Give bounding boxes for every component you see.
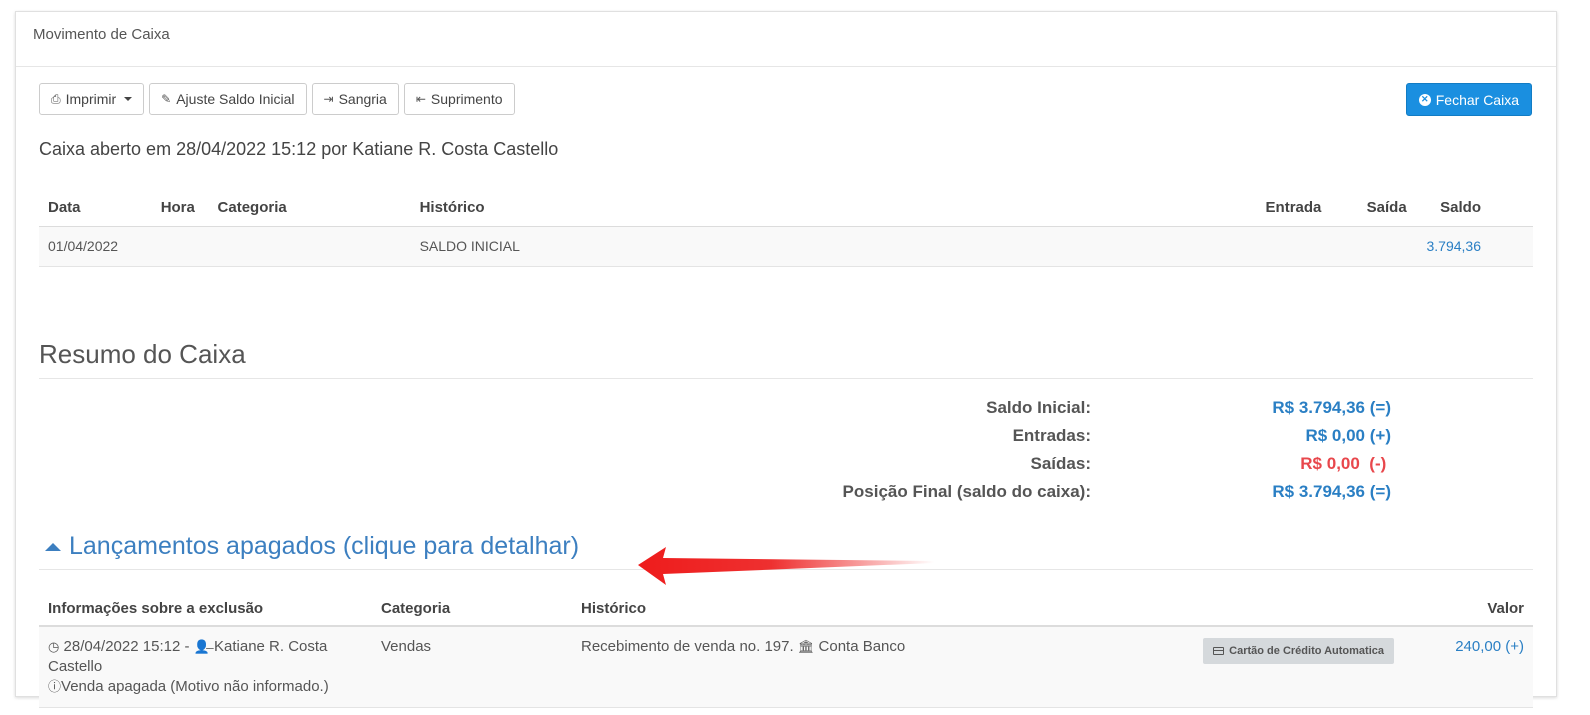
cell-category bbox=[208, 226, 411, 267]
table-header-row: Informações sobre a exclusão Categoria H… bbox=[39, 591, 1533, 627]
cell-out bbox=[1330, 226, 1416, 267]
summary-amount: R$ 0,00 bbox=[1305, 426, 1366, 445]
summary-amount: R$ 3.794,36 bbox=[1272, 398, 1366, 417]
close-cash-label: Fechar Caixa bbox=[1435, 91, 1519, 108]
cell-in bbox=[1243, 226, 1331, 267]
sign-out-icon: ⇥ bbox=[323, 92, 334, 106]
summary-label: Saldo Inicial: bbox=[986, 398, 1091, 417]
close-circle-icon: ✕ bbox=[1418, 93, 1431, 106]
table-row: ◷ 28/04/2022 15:12 - 👤̶ Katiane R. Costa… bbox=[39, 626, 1533, 708]
col-history: Histórico bbox=[572, 591, 1403, 627]
summary-outflows: Saídas: R$ 0,00 (-) bbox=[39, 450, 1533, 478]
caret-up-icon bbox=[45, 543, 61, 551]
cell-balance: 3.794,36 bbox=[1415, 226, 1533, 267]
summary-value: R$ 3.794,36 (=) bbox=[1091, 482, 1391, 502]
adjust-label: Ajuste Saldo Inicial bbox=[176, 91, 295, 107]
adjust-initial-balance-button[interactable]: ✎ Ajuste Saldo Inicial bbox=[149, 83, 307, 115]
col-balance: Saldo bbox=[1415, 189, 1533, 227]
deleted-entries-title: Lançamentos apagados (clique para detalh… bbox=[69, 532, 580, 560]
col-category: Categoria bbox=[372, 591, 572, 627]
summary-value: R$ 3.794,36 (=) bbox=[1091, 398, 1391, 418]
col-value: Valor bbox=[1403, 591, 1533, 627]
toolbar: ⎙ Imprimir ✎ Ajuste Saldo Inicial ⇥ Sang… bbox=[39, 83, 515, 115]
cell-deletion-info: ◷ 28/04/2022 15:12 - 👤̶ Katiane R. Costa… bbox=[39, 626, 372, 708]
table-row: 01/04/2022 SALDO INICIAL 3.794,36 bbox=[39, 226, 1533, 267]
col-category: Categoria bbox=[208, 189, 411, 227]
close-cash-button[interactable]: ✕ Fechar Caixa bbox=[1405, 83, 1532, 116]
summary-inflows: Entradas: R$ 0,00 (+) bbox=[39, 422, 1533, 450]
bleed-button[interactable]: ⇥ Sangria bbox=[311, 83, 399, 115]
summary-sign: (=) bbox=[1369, 398, 1391, 417]
supply-button[interactable]: ⇤ Suprimento bbox=[403, 83, 515, 115]
history-text: Recebimento de venda no. 197. bbox=[581, 638, 794, 655]
printer-icon: ⎙ bbox=[51, 91, 61, 106]
print-button[interactable]: ⎙ Imprimir bbox=[39, 83, 145, 115]
cash-opened-info: Caixa aberto em 28/04/2022 15:12 por Kat… bbox=[39, 139, 559, 159]
col-out: Saída bbox=[1330, 189, 1416, 227]
summary-value: R$ 0,00 (-) bbox=[1091, 454, 1391, 474]
deletion-reason: Venda apagada (Motivo não informado.) bbox=[61, 678, 329, 695]
cell-history: Recebimento de venda no. 197. 🏛 Conta Ba… bbox=[572, 626, 1403, 708]
cell-date: 01/04/2022 bbox=[39, 226, 152, 267]
cash-summary: Saldo Inicial: R$ 3.794,36 (=) Entradas:… bbox=[39, 394, 1533, 506]
cell-value: 240,00 (+) bbox=[1403, 626, 1533, 708]
summary-amount: R$ 3.794,36 bbox=[1272, 482, 1366, 501]
sign-in-icon: ⇤ bbox=[415, 92, 426, 106]
chevron-down-icon bbox=[124, 97, 133, 101]
col-date: Data bbox=[39, 189, 152, 227]
panel-title: Movimento de Caixa bbox=[16, 12, 1556, 67]
deletion-datetime: 28/04/2022 15:12 - bbox=[63, 638, 190, 655]
summary-label: Entradas: bbox=[1012, 426, 1091, 445]
edit-icon: ✎ bbox=[161, 92, 172, 106]
clock-icon: ◷ bbox=[48, 639, 60, 654]
summary-title: Resumo do Caixa bbox=[39, 339, 1533, 379]
summary-label: Posição Final (saldo do caixa): bbox=[842, 482, 1091, 501]
bleed-label: Sangria bbox=[338, 91, 387, 107]
table-header-row: Data Hora Categoria Histórico Entrada Sa… bbox=[39, 189, 1533, 227]
col-history: Histórico bbox=[410, 189, 1244, 227]
deleted-entries-table: Informações sobre a exclusão Categoria H… bbox=[39, 591, 1533, 708]
red-arrow-annotation bbox=[638, 547, 934, 585]
col-in: Entrada bbox=[1243, 189, 1331, 227]
cell-history: SALDO INICIAL bbox=[410, 226, 1244, 267]
summary-initial-balance: Saldo Inicial: R$ 3.794,36 (=) bbox=[39, 394, 1533, 422]
payment-method-label: Cartão de Crédito Automatica bbox=[1229, 645, 1384, 657]
user-remove-icon: 👤̶ bbox=[193, 639, 210, 654]
summary-label: Saídas: bbox=[1030, 454, 1091, 473]
cash-movement-panel: Movimento de Caixa ⎙ Imprimir ✎ Ajuste S… bbox=[15, 11, 1557, 708]
info-icon: ⓘ bbox=[48, 679, 62, 694]
payment-method-badge: Cartão de Crédito Automatica bbox=[1203, 638, 1394, 664]
summary-final-position: Posição Final (saldo do caixa): R$ 3.794… bbox=[39, 478, 1533, 506]
col-time: Hora bbox=[151, 189, 209, 227]
summary-amount: R$ 0,00 bbox=[1300, 454, 1360, 473]
summary-sign: (=) bbox=[1369, 482, 1391, 501]
print-label: Imprimir bbox=[65, 91, 117, 107]
summary-sign: (-) bbox=[1369, 454, 1387, 473]
supply-label: Suprimento bbox=[430, 91, 503, 107]
col-deletion-info: Informações sobre a exclusão bbox=[39, 591, 372, 627]
summary-value: R$ 0,00 (+) bbox=[1091, 426, 1391, 446]
account-name: Conta Banco bbox=[818, 638, 906, 655]
cell-time bbox=[151, 226, 209, 267]
movements-table: Data Hora Categoria Histórico Entrada Sa… bbox=[39, 189, 1533, 267]
summary-sign: (+) bbox=[1369, 426, 1391, 445]
cell-category: Vendas bbox=[372, 626, 572, 708]
bank-icon: 🏛 bbox=[797, 639, 815, 654]
credit-card-icon bbox=[1213, 647, 1225, 655]
